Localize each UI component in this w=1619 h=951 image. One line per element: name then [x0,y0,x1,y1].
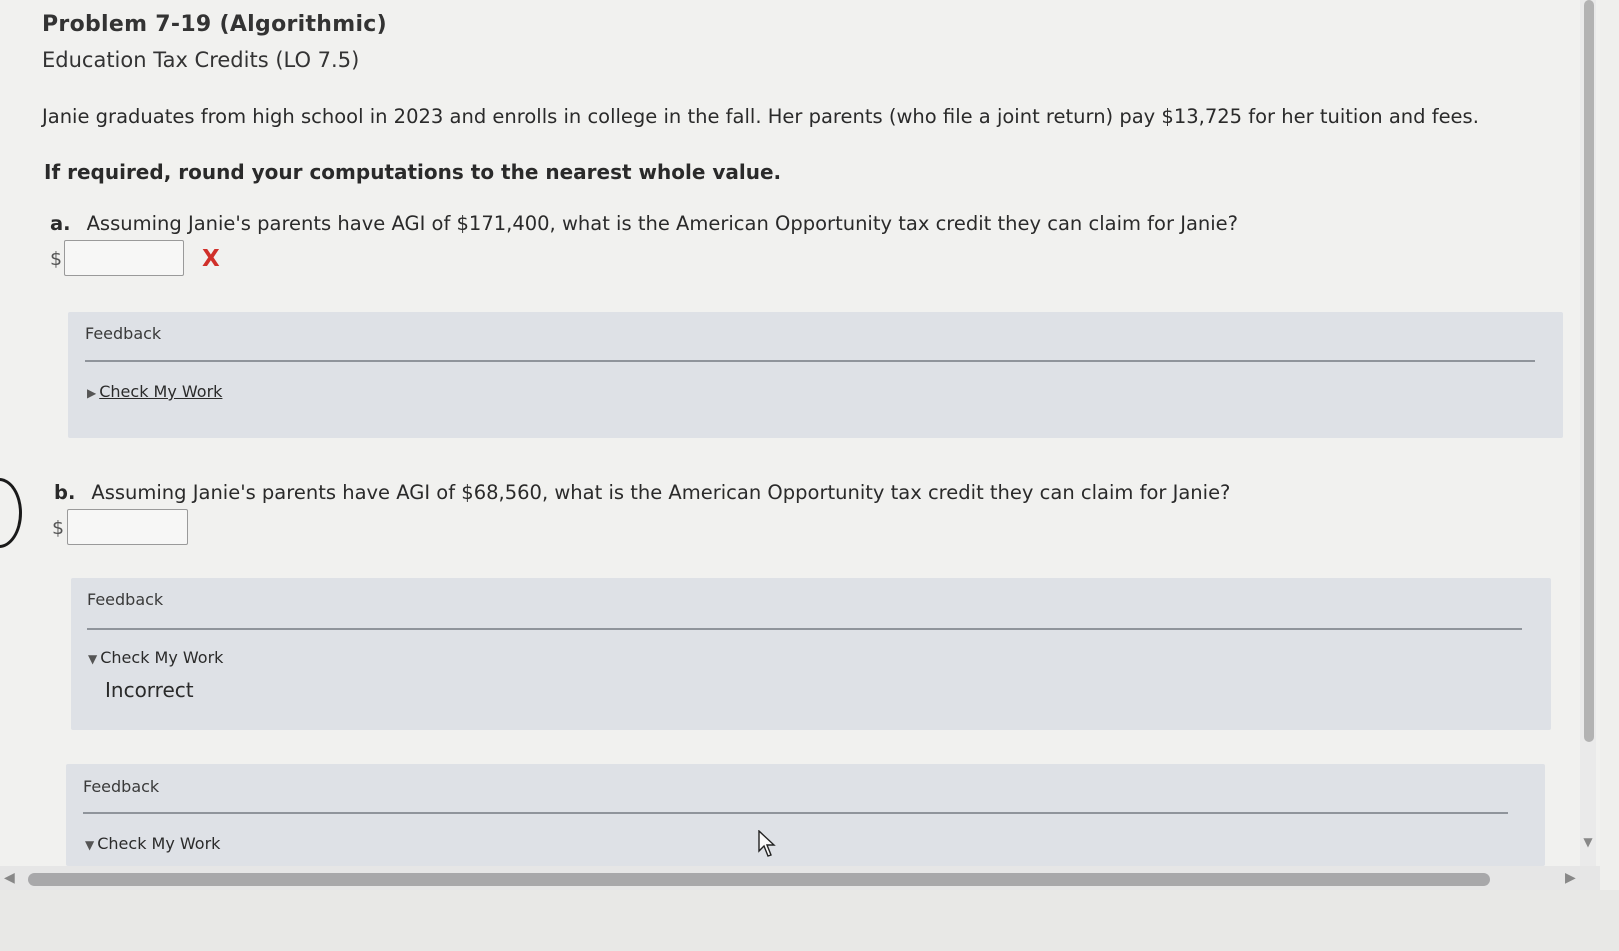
scroll-down-arrow-icon[interactable]: ▼ [1580,835,1596,851]
question-b: b. Assuming Janie's parents have AGI of $… [54,481,1230,504]
rounding-instruction: If required, round your computations to … [44,160,782,184]
feedback-b-label: Feedback [87,590,164,609]
result-incorrect-text: Incorrect [105,678,194,702]
check-my-work-b-label[interactable]: Check My Work [100,648,223,667]
feedback-a-label: Feedback [85,324,162,343]
question-b-text: Assuming Janie's parents have AGI of $68… [91,481,1231,504]
question-b-currency: $ [52,517,65,539]
mouse-pointer-icon [758,830,776,857]
bottom-toolbar-strip [0,890,1619,951]
vertical-scrollbar-thumb[interactable] [1584,0,1594,742]
question-a-text: Assuming Janie's parents have AGI of $17… [86,212,1239,235]
check-my-work-b[interactable]: ▼ Check My Work [88,648,223,667]
problem-title: Problem 7-19 (Algorithmic) [42,12,388,37]
partial-circle-icon [0,478,22,548]
triangle-down-icon: ▼ [88,652,98,666]
feedback-panel-c: Feedback ▼ Check My Work [66,764,1545,866]
problem-prompt: Janie graduates from high school in 2023… [42,105,1479,128]
horizontal-scrollbar-thumb[interactable] [28,873,1490,886]
feedback-b-divider [87,628,1522,630]
check-my-work-c[interactable]: ▼ Check My Work [85,834,220,853]
triangle-right-icon: ▶ [87,386,97,400]
question-a-currency: $ [50,248,63,270]
question-a-answer-input[interactable] [64,240,184,276]
check-my-work-a-label[interactable]: Check My Work [99,382,222,401]
check-my-work-c-label[interactable]: Check My Work [97,834,220,853]
triangle-down-icon: ▼ [85,838,95,852]
feedback-panel-b: Feedback ▼ Check My Work Incorrect [71,578,1551,730]
question-b-answer-input[interactable] [67,509,188,545]
check-my-work-a[interactable]: ▶ Check My Work [87,382,222,401]
question-b-letter: b. [54,481,76,504]
scroll-left-arrow-icon[interactable]: ◀ [4,870,15,886]
feedback-a-divider [85,360,1535,362]
feedback-c-divider [83,812,1508,814]
feedback-panel-a: Feedback ▶ Check My Work [68,312,1563,438]
incorrect-x-icon: X [202,246,220,272]
feedback-c-label: Feedback [83,777,160,796]
question-a: a. Assuming Janie's parents have AGI of $… [50,212,1238,235]
problem-subtitle: Education Tax Credits (LO 7.5) [42,48,360,72]
problem-page: Problem 7-19 (Algorithmic) Education Tax… [0,0,1600,890]
question-a-letter: a. [50,212,71,235]
scroll-right-arrow-icon[interactable]: ▶ [1565,870,1576,886]
